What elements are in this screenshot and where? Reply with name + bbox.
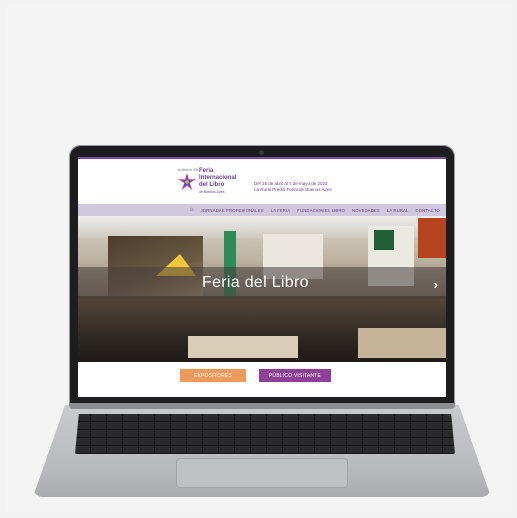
nav-item-jornadas[interactable]: JORNADAS PROFESIONALES bbox=[201, 208, 264, 213]
home-icon[interactable]: ⌂ bbox=[190, 207, 194, 213]
nav-item-novedades[interactable]: NOVEDADES bbox=[352, 208, 380, 213]
top-accent-line bbox=[78, 157, 446, 159]
brand-subtitle: de Buenos Aires bbox=[199, 190, 225, 194]
nav-item-la-feria[interactable]: LA FERIA bbox=[271, 208, 291, 213]
nav-item-la-rural[interactable]: LA RURAL bbox=[387, 208, 409, 213]
camera-icon bbox=[259, 150, 264, 155]
hero-caption: Feria del Libro bbox=[202, 274, 309, 291]
publico-visitante-button[interactable]: PÚBLICO VISITANTE bbox=[259, 369, 331, 382]
chevron-right-icon[interactable]: › bbox=[434, 277, 438, 292]
hero-photo-book-table bbox=[358, 328, 446, 358]
hero-slider: Feria del Libro › bbox=[78, 216, 446, 362]
expositores-button[interactable]: EXPOSITORES bbox=[180, 369, 246, 382]
star-logo-icon bbox=[178, 173, 196, 191]
main-nav: ⌂ JORNADAS PROFESIONALES LA FERIA FUNDAC… bbox=[78, 204, 446, 216]
nav-item-contacto[interactable]: CONTACTO bbox=[415, 208, 440, 213]
laptop-screen: edición 46 Feria Internacional del Libro… bbox=[78, 157, 446, 397]
hero-photo-green-sign bbox=[374, 230, 394, 250]
brand-line-2: Internacional bbox=[199, 175, 237, 181]
nav-item-fundacion[interactable]: FUNDACION EL LIBRO bbox=[297, 208, 345, 213]
brand-name: Feria Internacional del Libro bbox=[199, 168, 239, 189]
dates-line-2: La Rural Predio Ferial de Buenos Aires bbox=[254, 187, 332, 192]
hero-photo-book-table bbox=[188, 336, 298, 358]
brand-line-1: Feria bbox=[199, 168, 214, 174]
laptop-hinge bbox=[69, 403, 455, 409]
brand-line-3: del Libro bbox=[199, 182, 225, 188]
laptop-lid: edición 46 Feria Internacional del Libro… bbox=[69, 145, 455, 405]
laptop-keyboard bbox=[75, 414, 455, 454]
event-dates: Del 18 de abril al 7 de mayo de 2022 La … bbox=[254, 181, 364, 193]
hero-photo-booth bbox=[418, 218, 446, 258]
edition-label: edición 46 bbox=[178, 167, 199, 172]
laptop-trackpad bbox=[176, 458, 348, 488]
